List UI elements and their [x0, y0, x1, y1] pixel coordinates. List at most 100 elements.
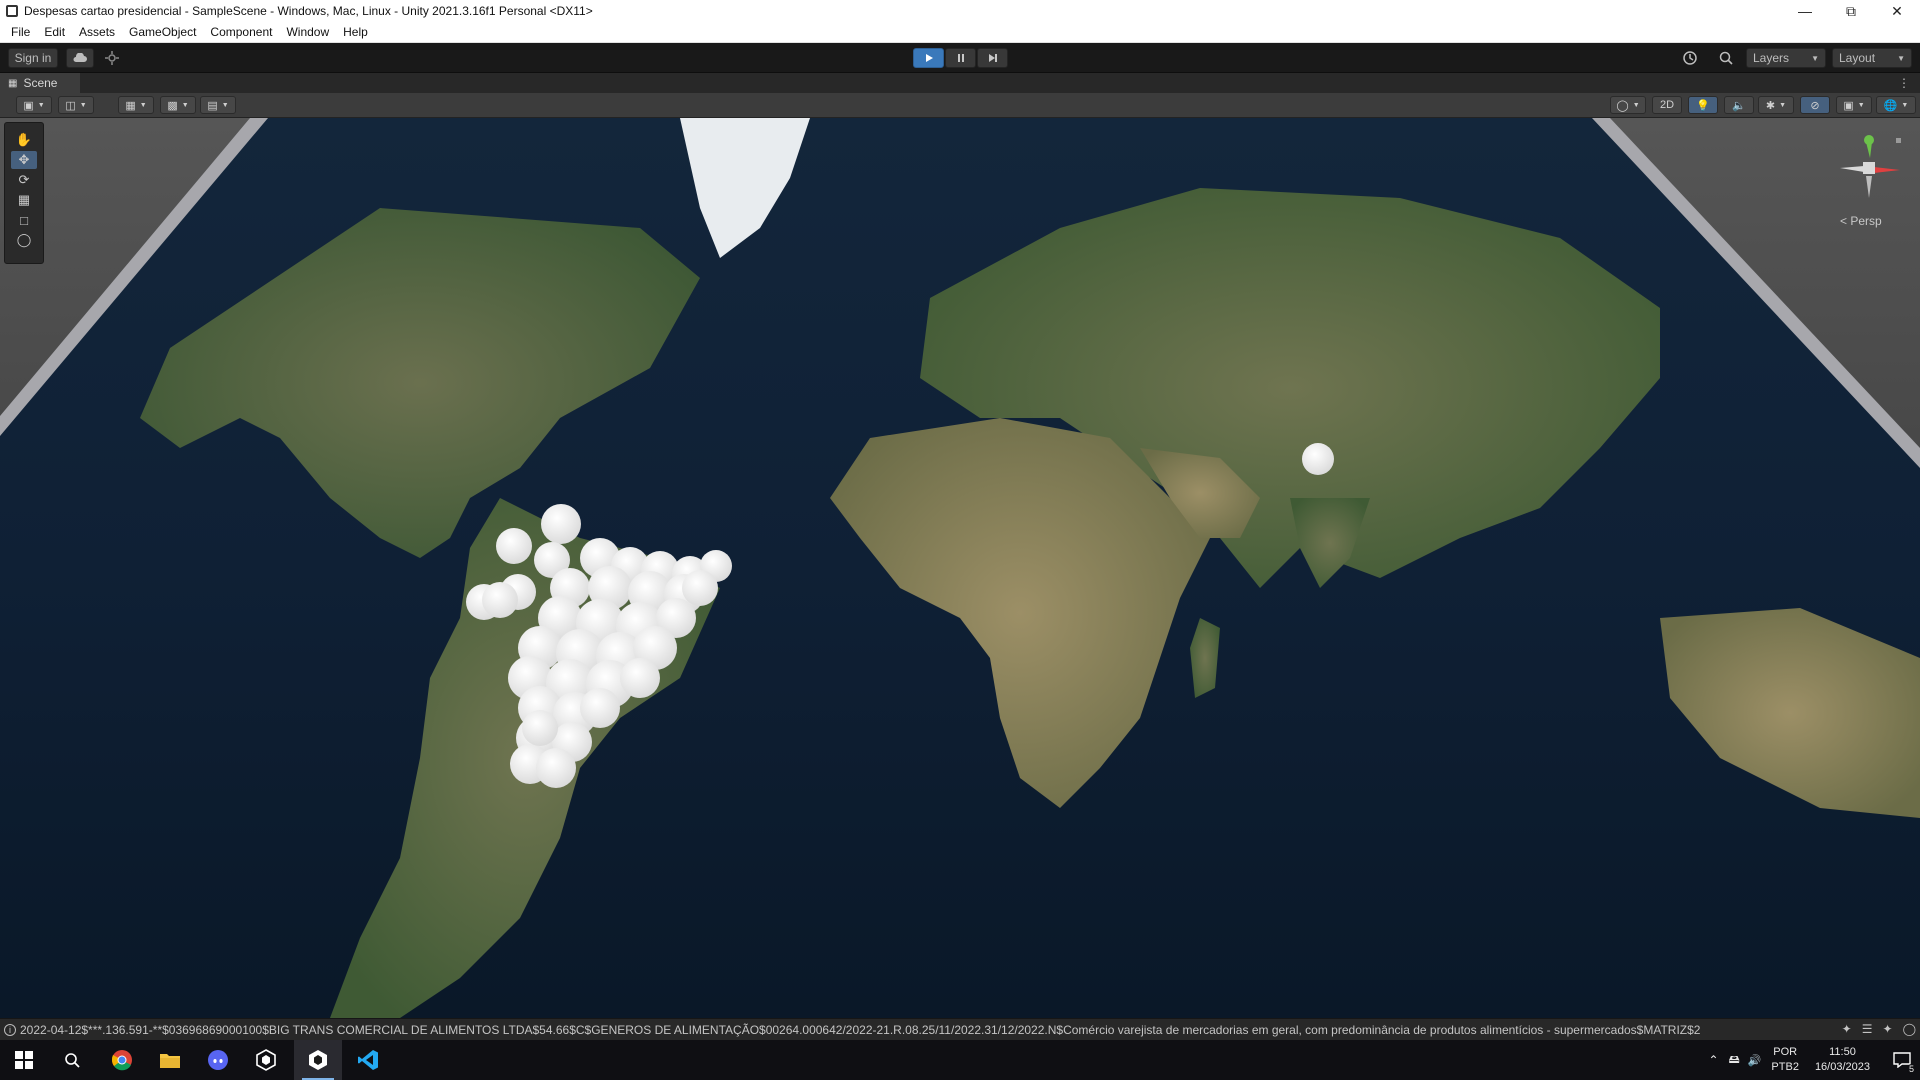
- close-icon[interactable]: ✕: [1874, 0, 1920, 22]
- minimize-icon[interactable]: —: [1782, 0, 1828, 22]
- rect-tool-icon[interactable]: □: [11, 211, 37, 229]
- step-button[interactable]: [977, 48, 1008, 68]
- grid-snap-icon: ▦: [125, 99, 136, 112]
- layers-label: Layers: [1753, 51, 1790, 65]
- scene-viewport[interactable]: [0, 118, 1920, 1018]
- collab-icon[interactable]: [105, 51, 119, 65]
- progress-icon[interactable]: ◯: [1903, 1022, 1916, 1036]
- unity-editor-icon[interactable]: [294, 1040, 342, 1080]
- snap-increment-dropdown[interactable]: ▩ ▼: [160, 96, 196, 114]
- lighting-toggle-icon[interactable]: 💡: [1688, 96, 1718, 114]
- tab-scene-label: Scene: [23, 76, 58, 90]
- persp-label[interactable]: < Persp: [1840, 214, 1882, 228]
- effects-dropdown[interactable]: ✱ ▼: [1758, 96, 1794, 114]
- tab-bar: ▦ Scene ⋮: [0, 73, 1920, 93]
- search-icon[interactable]: [48, 1040, 96, 1080]
- stack-icon[interactable]: ☰: [1862, 1022, 1873, 1036]
- vscode-icon[interactable]: [344, 1040, 392, 1080]
- window-title: Despesas cartao presidencial - SampleSce…: [24, 4, 593, 18]
- menu-help[interactable]: Help: [336, 25, 375, 39]
- layout-label: Layout: [1839, 51, 1876, 65]
- scale-tool-icon[interactable]: ▦: [11, 191, 37, 209]
- menu-component[interactable]: Component: [203, 25, 279, 39]
- history-icon[interactable]: [1682, 50, 1698, 66]
- render-mode-dropdown[interactable]: ◫ ▼: [58, 96, 94, 114]
- notification-center-icon[interactable]: 5: [1884, 1040, 1920, 1080]
- orientation-gizmo[interactable]: [1830, 128, 1910, 228]
- window-title-bar: Despesas cartao presidencial - SampleSce…: [0, 0, 1920, 22]
- chevron-down-icon: ▼: [1901, 101, 1909, 109]
- menu-gameobject[interactable]: GameObject: [122, 25, 203, 39]
- language-top: POR: [1773, 1046, 1798, 1058]
- window-controls: — ⧉ ✕: [1782, 0, 1920, 22]
- file-explorer-icon[interactable]: [146, 1040, 194, 1080]
- chrome-icon[interactable]: [98, 1040, 146, 1080]
- play-button[interactable]: [913, 48, 944, 68]
- pause-button[interactable]: [945, 48, 976, 68]
- camera-dropdown[interactable]: ▣ ▼: [1836, 96, 1872, 114]
- cloud-icon[interactable]: [66, 48, 94, 68]
- sign-in-button[interactable]: Sign in: [8, 48, 58, 68]
- shading-mode-dropdown[interactable]: ◯ ▼: [1610, 96, 1646, 114]
- move-tool-icon[interactable]: ✥: [11, 151, 37, 169]
- effects-icon: ✱: [1765, 99, 1776, 112]
- search-icon[interactable]: [1718, 50, 1734, 66]
- menu-assets[interactable]: Assets: [72, 25, 122, 39]
- discord-icon[interactable]: [194, 1040, 242, 1080]
- status-icons: ✦ ☰ ✦ ◯: [1842, 1022, 1916, 1036]
- gizmos-dropdown[interactable]: 🌐 ▼: [1876, 96, 1916, 114]
- chevron-down-icon: ▼: [1632, 101, 1640, 109]
- info-icon: i: [4, 1023, 16, 1036]
- chevron-down-icon: ▼: [139, 101, 147, 109]
- menu-edit[interactable]: Edit: [37, 25, 72, 39]
- chevron-down-icon: ▼: [1897, 53, 1905, 63]
- clock-date: 16/03/2023: [1814, 1061, 1870, 1073]
- unity-logo-icon: [6, 5, 18, 17]
- 2d-toggle[interactable]: 2D: [1652, 96, 1682, 114]
- windows-start-icon[interactable]: [0, 1040, 48, 1080]
- transform-tool-icon[interactable]: ◯: [11, 231, 37, 249]
- network-icon[interactable]: 🖴: [1729, 1051, 1740, 1070]
- draw-mode-icon: ▣: [23, 99, 34, 112]
- console-last-log[interactable]: 2022-04-12$***.136.591-**$03696869000100…: [20, 1023, 1700, 1037]
- layers-dropdown[interactable]: Layers ▼: [1746, 48, 1826, 68]
- show-hidden-icons-icon[interactable]: ⌃: [1709, 1053, 1719, 1067]
- hand-tool-icon[interactable]: ✋: [11, 131, 37, 149]
- language-indicator[interactable]: POR PTB2: [1771, 1045, 1799, 1075]
- bug-icon[interactable]: ✦: [1883, 1022, 1893, 1036]
- grid-snap-dropdown[interactable]: ▦ ▼: [118, 96, 154, 114]
- volume-icon[interactable]: 🔊: [1748, 1054, 1762, 1067]
- chevron-down-icon: ▼: [181, 101, 189, 109]
- more-options-icon[interactable]: ⋮: [1898, 76, 1910, 90]
- sphere-icon: ◯: [1616, 99, 1629, 112]
- debug-icon[interactable]: ✦: [1842, 1022, 1852, 1036]
- cube-icon: ◫: [65, 99, 76, 112]
- menu-window[interactable]: Window: [279, 25, 336, 39]
- status-bar: i 2022-04-12$***.136.591-**$036968690001…: [0, 1018, 1920, 1040]
- hidden-objects-icon[interactable]: ⊘: [1800, 96, 1830, 114]
- rotate-tool-icon[interactable]: ⟳: [11, 171, 37, 189]
- chevron-down-icon: ▼: [79, 101, 87, 109]
- layout-dropdown[interactable]: Layout ▼: [1832, 48, 1912, 68]
- chevron-down-icon: ▼: [1779, 101, 1787, 109]
- audio-toggle-icon[interactable]: 🔈: [1724, 96, 1754, 114]
- grid-plane-icon: ▤: [207, 99, 218, 112]
- menu-file[interactable]: File: [4, 25, 37, 39]
- system-tray: ⌃ 🖴 🔊 POR PTB2 11:50 16/03/2023 5: [1709, 1040, 1920, 1080]
- tab-scene[interactable]: ▦ Scene: [0, 73, 80, 93]
- clock[interactable]: 11:50 16/03/2023: [1815, 1045, 1870, 1075]
- chevron-down-icon: ▼: [221, 101, 229, 109]
- taskbar: ⌃ 🖴 🔊 POR PTB2 11:50 16/03/2023 5: [0, 1040, 1920, 1080]
- restore-icon[interactable]: ⧉: [1828, 0, 1874, 22]
- gizmos-icon: 🌐: [1883, 99, 1898, 112]
- scene-view-toolbar: ▣ ▼ ◫ ▼ ▦ ▼ ▩ ▼ ▤ ▼ ◯ ▼ 2D 💡 🔈 ✱ ▼ ⊘ ▣ ▼ 🌐 ▼: [0, 93, 1920, 118]
- clock-time: 11:50: [1829, 1046, 1856, 1058]
- chevron-down-icon: ▼: [37, 101, 45, 109]
- grid-icon: ▦: [8, 77, 18, 89]
- grid-plane-dropdown[interactable]: ▤ ▼: [200, 96, 236, 114]
- menu-bar: File Edit Assets GameObject Component Wi…: [0, 22, 1920, 43]
- transform-tools-panel: ✋ ✥ ⟳ ▦ □ ◯: [4, 122, 44, 264]
- world-map-plane: [0, 118, 1920, 1018]
- unity-hub-icon[interactable]: [242, 1040, 290, 1080]
- draw-mode-dropdown[interactable]: ▣ ▼: [16, 96, 52, 114]
